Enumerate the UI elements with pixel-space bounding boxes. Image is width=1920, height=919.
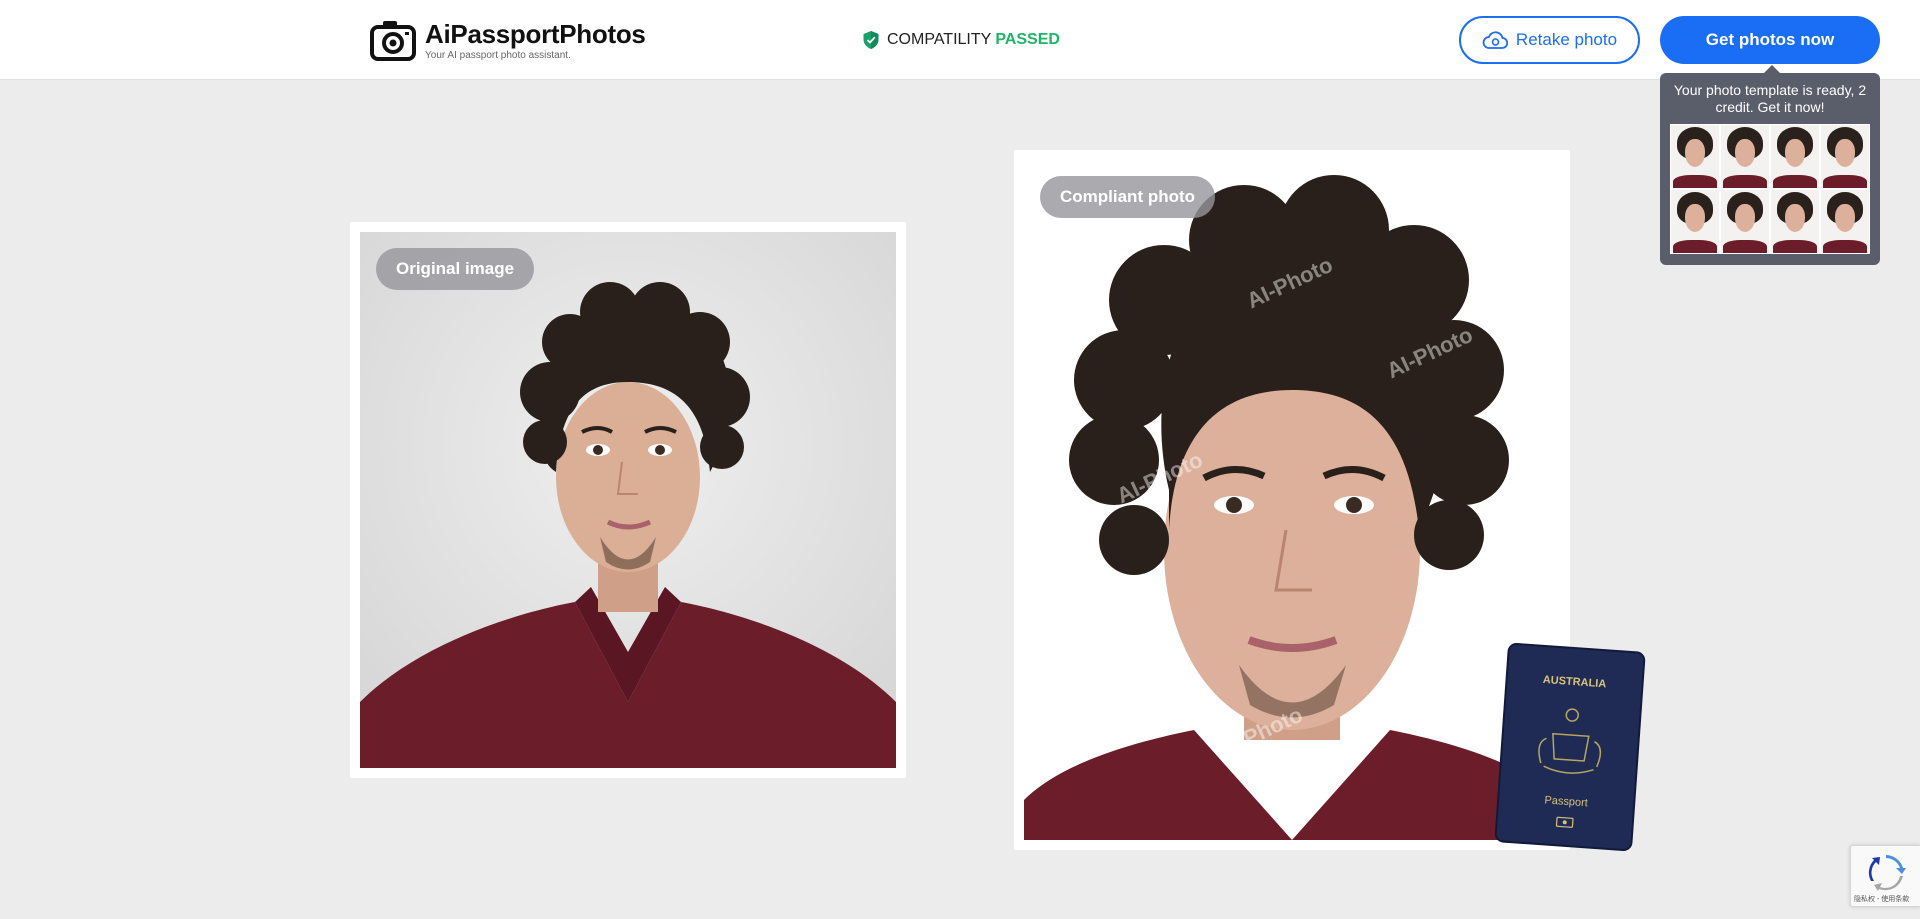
get-photos-button[interactable]: Get photos now <box>1660 16 1880 64</box>
template-thumbnail <box>1821 125 1869 188</box>
photo-template-grid <box>1670 124 1870 254</box>
shield-check-icon <box>863 31 879 49</box>
retake-photo-button[interactable]: Retake photo <box>1459 16 1640 64</box>
original-image-badge: Original image <box>376 248 535 290</box>
compliant-photo: AI-Photo AI-Photo AI-Photo AI-Photo <box>1024 160 1560 840</box>
compliant-photo-frame: AI-Photo AI-Photo AI-Photo AI-Photo <box>1014 150 1570 850</box>
template-thumbnail <box>1771 125 1819 188</box>
tooltip-text: Your photo template is ready, 2 credit. … <box>1673 82 1867 115</box>
template-thumbnail <box>1771 190 1819 253</box>
compatibility-label: COMPATILITY <box>887 31 992 48</box>
compliant-photo-badge: Compliant photo <box>1040 176 1216 218</box>
original-photo-frame <box>350 222 906 778</box>
original-photo <box>360 232 896 768</box>
template-thumbnail <box>1721 125 1769 188</box>
cloud-camera-icon <box>1482 31 1508 49</box>
get-photos-label: Get photos now <box>1705 30 1835 49</box>
template-thumbnail <box>1821 190 1869 253</box>
compatibility-passed: PASSED <box>995 31 1060 48</box>
brand-logo[interactable]: AiPassportPhotos Your AI passport photo … <box>369 18 646 62</box>
retake-photo-label: Retake photo <box>1515 30 1618 49</box>
australia-passport-image: AUSTRALIA Passport <box>1490 640 1650 855</box>
template-thumbnail <box>1671 190 1719 253</box>
template-ready-tooltip[interactable]: Your photo template is ready, 2 credit. … <box>1660 65 1880 265</box>
brand-title: AiPassportPhotos <box>425 18 646 49</box>
template-thumbnail <box>1671 125 1719 188</box>
camera-logo-icon <box>370 21 416 61</box>
recaptcha-icon <box>1868 855 1906 891</box>
recaptcha-terms[interactable]: 隐私权 - 使用条款 <box>1854 894 1909 904</box>
recaptcha-badge[interactable]: 隐私权 - 使用条款 <box>1850 845 1920 907</box>
brand-subtitle: Your AI passport photo assistant. <box>425 49 571 61</box>
template-thumbnail <box>1721 190 1769 253</box>
top-header: AiPassportPhotos Your AI passport photo … <box>0 0 1920 80</box>
compatibility-status: COMPATILITY PASSED <box>862 30 1060 50</box>
